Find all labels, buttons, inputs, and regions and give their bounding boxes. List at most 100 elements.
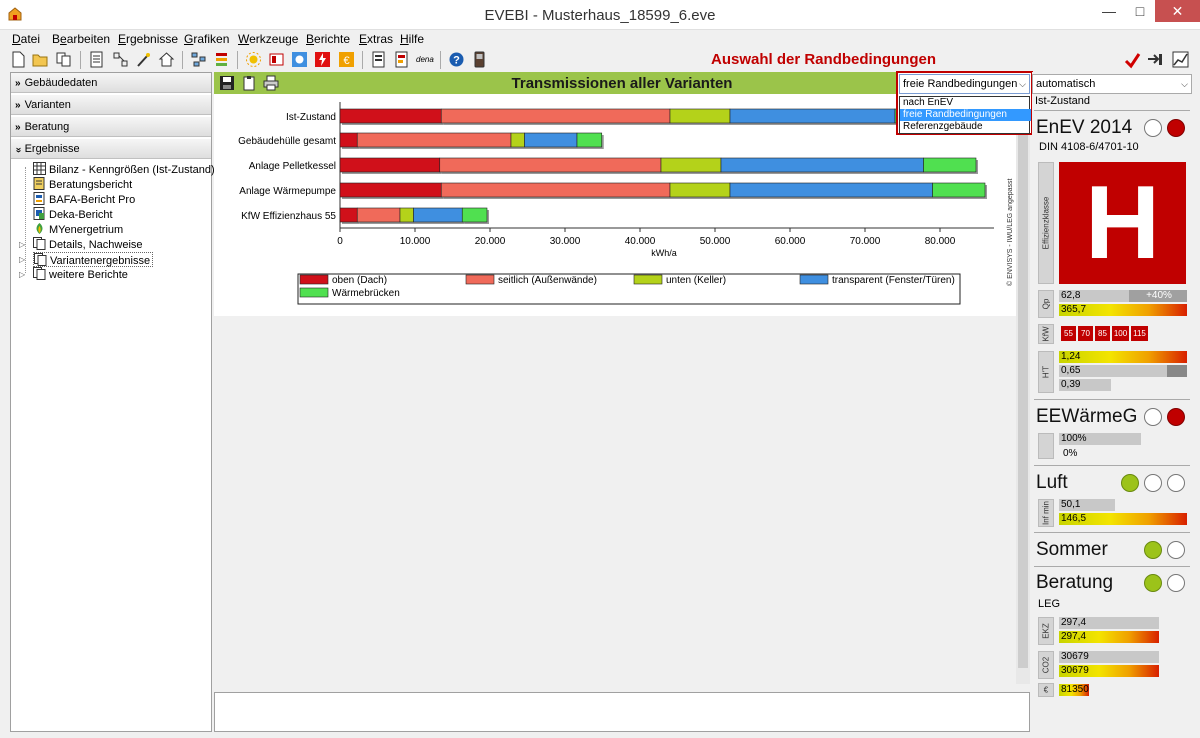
tree-item-myenergetrium[interactable]: MYenergetrium xyxy=(33,222,123,237)
category-label: Anlage Wärmepumpe xyxy=(239,186,336,197)
checkmark-icon[interactable] xyxy=(1124,52,1141,69)
open-folder-icon[interactable] xyxy=(32,51,49,68)
option-nach-enev[interactable]: nach EnEV xyxy=(900,97,1031,109)
beratung-sub: LEG xyxy=(1038,598,1061,610)
notes-box[interactable] xyxy=(214,692,1030,732)
boundary-conditions-select[interactable]: freie Randbedingungen ⌵ xyxy=(899,74,1030,94)
effizienzklasse-tag: Effizienzklasse xyxy=(1038,162,1054,284)
boundary-conditions-dropdown: freie Randbedingungen ⌵ nach EnEV freie … xyxy=(896,71,1033,135)
category-label: Gebäudehülle gesamt xyxy=(238,136,336,147)
ekz-tag: EKZ xyxy=(1038,617,1054,645)
cost-icon[interactable]: € xyxy=(338,51,355,68)
wand-icon[interactable] xyxy=(135,51,152,68)
report-icon xyxy=(33,177,45,190)
window-title: EVEBI - Musterhaus_18599_6.eve xyxy=(484,7,716,24)
bar-segment xyxy=(413,207,463,223)
expand-icon: » xyxy=(15,100,21,111)
scrollbar-thumb[interactable] xyxy=(1018,108,1028,668)
tree-item-details[interactable]: Details, Nachweise xyxy=(33,237,143,252)
variant-mode-select[interactable]: automatisch ⌵ xyxy=(1032,74,1192,94)
bar-segment xyxy=(524,132,578,148)
heater-icon[interactable] xyxy=(268,51,285,68)
structure-icon[interactable] xyxy=(112,51,129,68)
expand-arrow-icon[interactable]: ▷ xyxy=(19,255,25,264)
phone-icon[interactable] xyxy=(471,51,488,68)
menu-hilfe[interactable]: Hilfe xyxy=(400,32,424,46)
export-icon[interactable] xyxy=(1146,51,1163,68)
fan-icon[interactable] xyxy=(291,51,308,68)
beratung-title: Beratung xyxy=(1036,572,1114,593)
chart-icon[interactable] xyxy=(1172,51,1189,68)
section-gebaeudedaten[interactable]: » Gebäudedaten xyxy=(11,73,211,93)
close-button[interactable]: ✕ xyxy=(1155,0,1200,22)
expand-arrow-icon[interactable]: ▷ xyxy=(19,270,25,279)
eew-bar-1: 100% xyxy=(1059,433,1141,445)
tree-item-weitere-berichte[interactable]: weitere Berichte xyxy=(33,267,128,282)
tree-item-beratungsbericht[interactable]: Beratungsbericht xyxy=(33,177,132,192)
menu-werkzeuge[interactable]: Werkzeuge xyxy=(238,32,298,46)
option-referenzgebaeude[interactable]: Referenzgebäude xyxy=(900,121,1031,133)
copyright-watermark: © ENVISYS - IWU/LEG angepasst xyxy=(1006,178,1014,286)
electric-icon[interactable] xyxy=(314,51,331,68)
bar-segment xyxy=(339,207,358,223)
vertical-scrollbar[interactable] xyxy=(1016,94,1030,684)
bafa-report-icon xyxy=(33,192,45,205)
menu-grafiken[interactable]: Grafiken xyxy=(184,32,229,46)
status-circle-empty xyxy=(1144,474,1162,492)
bar-segment xyxy=(669,182,731,198)
bar-segment xyxy=(720,157,924,173)
category-label: Anlage Pelletkessel xyxy=(249,161,336,172)
bar-segment xyxy=(356,132,512,148)
expand-arrow-icon[interactable]: ▷ xyxy=(19,240,25,249)
new-file-icon[interactable] xyxy=(10,51,27,68)
option-freie-randbedingungen[interactable]: freie Randbedingungen xyxy=(900,109,1031,121)
bar-segment xyxy=(339,108,442,124)
section-beratung[interactable]: » Beratung xyxy=(11,117,211,137)
kfw-level-55: 55 xyxy=(1061,326,1076,341)
bar-segment xyxy=(339,157,441,173)
qp-delta-badge: +40% xyxy=(1129,290,1187,302)
co2-tag: CO2 xyxy=(1038,651,1054,679)
tree-item-bilanz[interactable]: Bilanz - Kenngrößen (Ist-Zustand) xyxy=(33,162,215,177)
svg-text:?: ? xyxy=(453,55,460,67)
energy-certificate-icon[interactable] xyxy=(393,51,410,68)
menu-bearbeiten[interactable]: Bearbeiten xyxy=(52,32,110,46)
luft-tag: Inf min xyxy=(1038,499,1054,527)
maximize-button[interactable]: □ xyxy=(1124,0,1156,22)
help-icon[interactable]: ? xyxy=(448,51,465,68)
copy-icon[interactable] xyxy=(55,51,72,68)
layers-icon[interactable] xyxy=(213,51,230,68)
documents-icon xyxy=(33,267,46,280)
euro-tag: € xyxy=(1038,683,1054,697)
status-circle-green xyxy=(1121,474,1139,492)
expand-icon: » xyxy=(15,78,21,89)
report-icon[interactable] xyxy=(370,51,387,68)
legend-label: oben (Dach) xyxy=(332,275,387,286)
minimize-button[interactable]: — xyxy=(1093,0,1125,22)
tree-item-deka-bericht[interactable]: Deka-Bericht xyxy=(33,207,113,222)
menu-datei[interactable]: Datei xyxy=(12,32,40,46)
section-ergebnisse[interactable]: »Ergebnisse xyxy=(11,139,211,159)
bar-segment xyxy=(669,108,731,124)
menu-ergebnisse[interactable]: Ergebnisse xyxy=(118,32,178,46)
tree-item-variantenergebnisse[interactable]: Variantenergebnisse xyxy=(33,252,154,267)
collapse-icon: » xyxy=(12,147,24,153)
tree-item-bafa-bericht[interactable]: BAFA-Bericht Pro xyxy=(33,192,135,207)
x-tick-label: 10.000 xyxy=(400,236,431,247)
network-icon[interactable] xyxy=(190,51,207,68)
deka-report-icon xyxy=(33,207,45,220)
sun-icon[interactable] xyxy=(245,51,262,68)
co2-bar-1: 30679 xyxy=(1059,651,1159,663)
status-circle-empty xyxy=(1167,474,1185,492)
menu-berichte[interactable]: Berichte xyxy=(306,32,350,46)
title-bar: EVEBI - Musterhaus_18599_6.eve — □ ✕ xyxy=(0,0,1200,30)
menu-extras[interactable]: Extras xyxy=(359,32,393,46)
enev-title: EnEV 2014 xyxy=(1036,117,1133,138)
ht-bar-1: 1,24 xyxy=(1059,351,1187,363)
dena-icon[interactable]: dena xyxy=(416,51,436,68)
document-icon[interactable] xyxy=(88,51,105,68)
house-icon[interactable] xyxy=(158,51,175,68)
qp-reference-bar: 365,7 xyxy=(1059,304,1187,316)
ht-tag: H'T xyxy=(1038,351,1054,393)
section-varianten[interactable]: » Varianten xyxy=(11,95,211,115)
